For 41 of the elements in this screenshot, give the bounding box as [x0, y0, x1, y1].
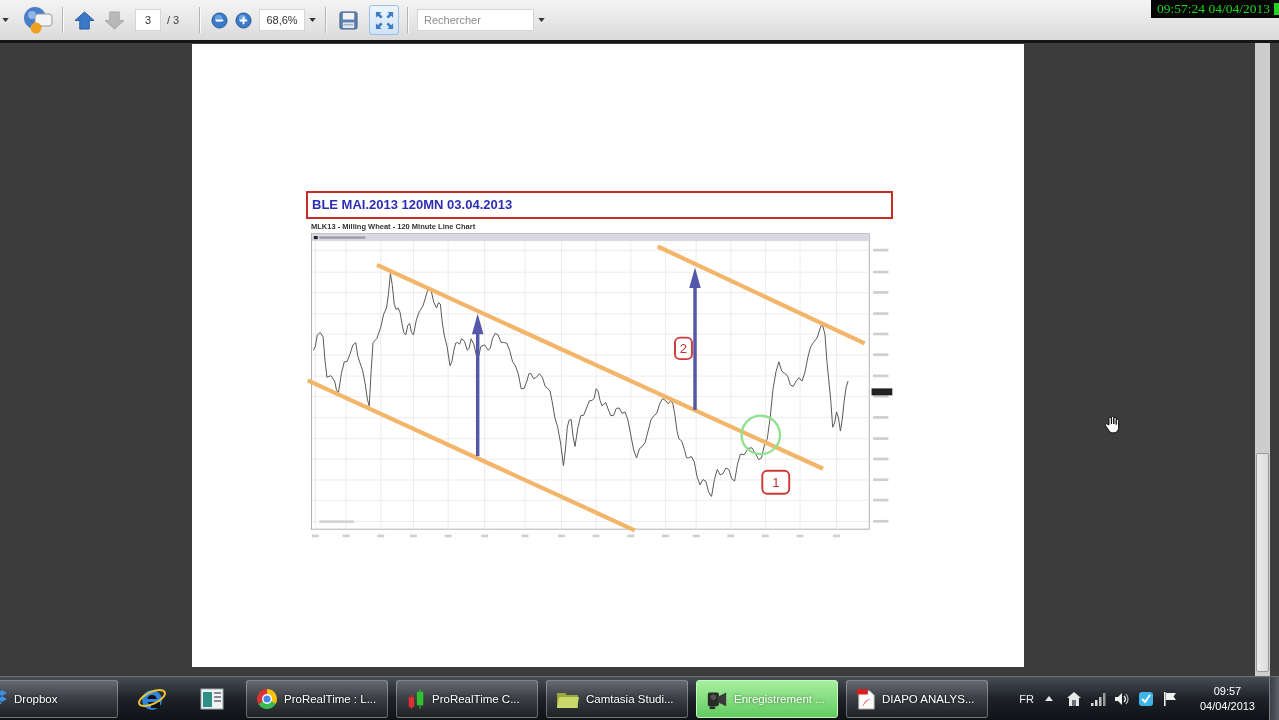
taskbar-button[interactable]: DIAPO ANALYS... — [846, 679, 988, 718]
chart-title: BLE MAI.2013 120MN 03.04.2013 — [306, 191, 893, 219]
search-field[interactable]: Rechercher — [417, 9, 534, 31]
taskbar-clock[interactable]: 09:57 04/04/2013 — [1199, 683, 1255, 714]
step-marker: 2 — [674, 336, 693, 361]
plus-circle-icon — [234, 11, 252, 29]
check-badge-icon[interactable] — [1137, 690, 1154, 707]
hand-cursor-icon — [1104, 416, 1120, 434]
scrollbar-track[interactable] — [1255, 43, 1270, 676]
minus-circle-icon — [210, 11, 228, 29]
status-light-icon — [1274, 3, 1279, 15]
timestamp-text: 09:57:24 04/04/2013 — [1157, 1, 1270, 17]
zoom-field[interactable]: 68,6% — [259, 9, 305, 31]
show-desktop-button[interactable] — [1269, 677, 1279, 720]
expand-icon — [373, 9, 395, 31]
taskbar-button[interactable]: ProRealTime : L... — [246, 679, 388, 718]
signal-bars-icon[interactable] — [1089, 690, 1106, 707]
step-marker: 1 — [761, 469, 791, 495]
language-indicator[interactable]: FR — [1019, 692, 1034, 705]
save-icon — [338, 10, 358, 30]
taskbar-button[interactable]: Dropbox — [0, 679, 118, 718]
up-caret-icon — [1044, 696, 1053, 701]
taskbar-button[interactable]: ProRealTime C... — [396, 679, 538, 718]
scrollbar-thumb[interactable] — [1256, 453, 1269, 672]
tool-button[interactable] — [22, 5, 54, 35]
caret-icon — [1, 18, 9, 22]
flag-icon[interactable] — [1161, 690, 1178, 707]
taskbar-button[interactable]: Camtasia Studi... — [546, 679, 688, 718]
page-count: / 3 — [167, 14, 181, 26]
window-icon — [200, 687, 224, 710]
caret-icon — [308, 18, 316, 22]
bubbles-icon — [23, 6, 53, 34]
up-arrow-icon — [73, 10, 95, 30]
tricolor-circle-icon — [256, 687, 278, 710]
fit-page-button[interactable] — [369, 5, 399, 35]
house-icon[interactable] — [1065, 690, 1082, 707]
candlestick-icon — [406, 687, 426, 710]
down-arrow-icon — [103, 10, 125, 30]
document-icon — [856, 687, 876, 710]
caret-icon — [537, 18, 545, 22]
page-number-field[interactable]: 3 — [135, 9, 161, 31]
